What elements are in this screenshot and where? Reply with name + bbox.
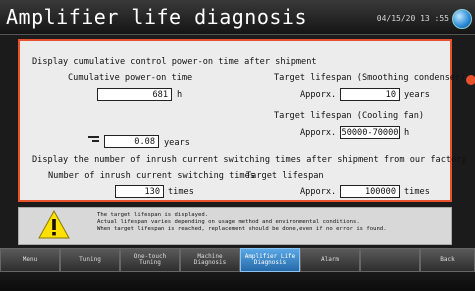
condenser-approx: Apporx. [300, 90, 337, 100]
approx-icon [88, 136, 99, 145]
tab-machine-diagnosis[interactable]: Machine Diagnosis [180, 248, 240, 272]
title-bar: Amplifier life diagnosis 04/15/20 13 :55 [0, 0, 475, 35]
hours-field: 681 [97, 88, 172, 101]
tab-menu[interactable]: Menu [0, 248, 60, 272]
inrush-target-unit: times [404, 187, 430, 197]
page-title: Amplifier life diagnosis [6, 5, 307, 29]
tab-blank[interactable] [360, 248, 420, 272]
cumulative-label: Cumulative power-on time [68, 73, 193, 83]
hours-unit: h [177, 90, 183, 100]
message-line-3: When target lifespan is reached, replace… [97, 226, 387, 232]
inrush-target-approx: Apporx. [300, 187, 337, 197]
inrush-target-field: 100000 [340, 185, 400, 198]
fan-field: 50000-70000 [340, 126, 400, 139]
condenser-label: Target lifespan (Smoothing condenser) [274, 73, 466, 83]
condenser-field: 10 [340, 88, 400, 101]
tab-amplifier-life-diagnosis[interactable]: Amplifier Life Diagnosis [240, 248, 300, 272]
inrush-target-label: Target lifespan [246, 171, 324, 181]
fan-unit: h [404, 128, 410, 138]
indicator-dot [466, 75, 475, 85]
datetime: 04/15/20 13 :55 [376, 14, 449, 23]
inrush-count-unit: times [168, 187, 194, 197]
fan-label: Target lifespan (Cooling fan) [274, 111, 425, 121]
years-field: 0.08 [104, 135, 159, 148]
tab-tuning[interactable]: Tuning [60, 248, 120, 272]
section2-heading: Display the number of inrush current swi… [32, 155, 467, 165]
globe-icon[interactable] [452, 9, 472, 29]
message-line-2: Actual lifespan varies depending on usag… [97, 219, 360, 225]
section1-heading: Display cumulative control power-on time… [32, 57, 317, 67]
message-line-1: The target lifespan is displayed. [97, 212, 209, 218]
tab-one-touch-tuning[interactable]: One-touch Tuning [120, 248, 180, 272]
inrush-count-field: 130 [115, 185, 164, 198]
years-unit: years [164, 138, 190, 148]
warning-icon [38, 210, 70, 239]
tab-back[interactable]: Back [420, 248, 475, 272]
condenser-unit: years [404, 90, 430, 100]
inrush-count-label: Number of inrush current switching times [48, 171, 255, 181]
fan-approx: Apporx. [300, 128, 337, 138]
tab-alarm[interactable]: Alarm [300, 248, 360, 272]
